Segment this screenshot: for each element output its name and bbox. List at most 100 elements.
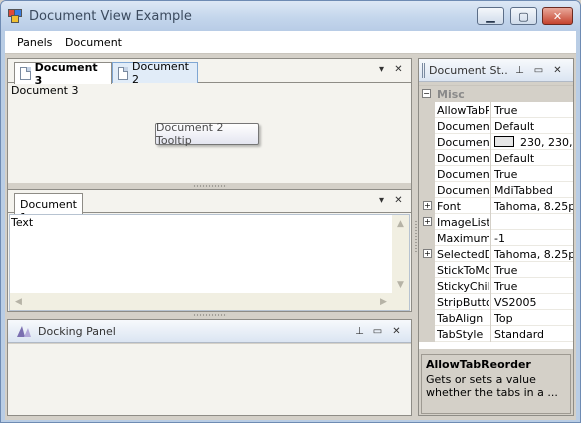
- property-value[interactable]: Default: [494, 152, 573, 165]
- property-name: AllowTabR: [437, 104, 489, 117]
- pin-icon: ⊥: [515, 65, 524, 76]
- docking-panel-titlebar[interactable]: Docking Panel ⊥ ▭ ✕: [8, 320, 411, 343]
- column-divider: [490, 182, 491, 198]
- property-row[interactable]: AllowTabR True: [419, 102, 573, 118]
- column-divider: [490, 326, 491, 342]
- property-row[interactable]: TabStyle Standard: [419, 326, 573, 342]
- horizontal-scrollbar[interactable]: ◀ ▶: [10, 293, 392, 310]
- vertical-scrollbar[interactable]: ▲ ▼: [392, 215, 409, 293]
- property-value[interactable]: -1: [494, 232, 573, 245]
- column-divider: [490, 230, 491, 246]
- client-area: Panels Document Document 3 Document 2 ▾ …: [5, 31, 576, 420]
- tab-list-dropdown-button[interactable]: ▾: [375, 63, 388, 76]
- property-value[interactable]: MdiTabbed: [494, 184, 573, 197]
- row-gutter: +: [419, 214, 435, 230]
- property-value-text: -1: [494, 232, 505, 245]
- property-name: Document: [437, 152, 489, 165]
- textbox-text: Text: [11, 216, 34, 229]
- row-gutter: [419, 102, 435, 118]
- property-value[interactable]: VS2005: [494, 296, 573, 309]
- category-misc[interactable]: − Misc: [419, 86, 573, 102]
- column-divider: [490, 198, 491, 214]
- property-row[interactable]: Document Default: [419, 150, 573, 166]
- row-gutter: [419, 118, 435, 134]
- collapse-icon[interactable]: −: [422, 89, 431, 98]
- property-row[interactable]: + SelectedD Tahoma, 8.25pt: [419, 246, 573, 262]
- property-row[interactable]: + Font Tahoma, 8.25pt: [419, 198, 573, 214]
- column-divider: [490, 150, 491, 166]
- property-row[interactable]: + ImageList: [419, 214, 573, 230]
- document-icon: [20, 67, 31, 80]
- property-row[interactable]: MaximumT -1: [419, 230, 573, 246]
- properties-titlebar[interactable]: Document St... ⊥ ▭ ✕: [419, 59, 573, 82]
- property-value[interactable]: Tahoma, 8.25pt: [494, 248, 573, 261]
- column-divider: [490, 214, 491, 230]
- property-value[interactable]: Top: [494, 312, 573, 325]
- property-row[interactable]: Document True: [419, 166, 573, 182]
- scroll-left-icon[interactable]: ◀: [10, 293, 27, 310]
- property-value[interactable]: Default: [494, 120, 573, 133]
- property-value[interactable]: True: [494, 280, 573, 293]
- document-1-tabstrip: Document 1 ▾ ✕: [8, 189, 411, 224]
- bottom-splitter[interactable]: [7, 312, 412, 318]
- property-value-text: Default: [494, 152, 535, 165]
- scroll-up-icon[interactable]: ▲: [392, 215, 409, 232]
- tab-document-3[interactable]: Document 3: [14, 61, 112, 87]
- property-row[interactable]: Document MdiTabbed: [419, 182, 573, 198]
- property-row[interactable]: Document 230, 230, 2: [419, 134, 573, 150]
- property-row[interactable]: StripButto VS2005: [419, 294, 573, 310]
- window-title: Document View Example: [29, 9, 192, 24]
- pin-button[interactable]: ⊥: [513, 64, 526, 77]
- property-value-text: True: [494, 104, 518, 117]
- property-value[interactable]: Tahoma, 8.25pt: [494, 200, 573, 213]
- property-row[interactable]: Document Default: [419, 118, 573, 134]
- property-row[interactable]: StickToMo True: [419, 262, 573, 278]
- menu-document[interactable]: Document: [65, 36, 122, 49]
- row-gutter: [419, 326, 435, 342]
- close-panel-button[interactable]: ✕: [390, 325, 403, 338]
- menu-panels[interactable]: Panels: [17, 36, 52, 49]
- property-grid[interactable]: − Misc AllowTabR True Document Default Docum…: [419, 85, 573, 349]
- tab-list-dropdown-button[interactable]: ▾: [375, 194, 388, 207]
- close-document-button[interactable]: ✕: [392, 194, 405, 207]
- document-1-textbox[interactable]: Text ▲ ▼ ◀ ▶: [9, 214, 410, 311]
- pin-icon: ⊥: [355, 326, 364, 337]
- property-value[interactable]: 230, 230, 2: [494, 136, 573, 149]
- property-row[interactable]: StickyChil True: [419, 278, 573, 294]
- column-divider: [490, 166, 491, 182]
- tab-document-1[interactable]: Document 1: [14, 193, 83, 224]
- maximize-panel-button[interactable]: ▭: [532, 64, 545, 77]
- properties-panel: Document St... ⊥ ▭ ✕ − Misc AllowTabR Tru…: [418, 58, 574, 416]
- maximize-panel-button[interactable]: ▭: [371, 325, 384, 338]
- app-icon: [8, 9, 23, 24]
- chevron-down-icon: ▾: [378, 195, 385, 206]
- close-panel-button[interactable]: ✕: [551, 64, 564, 77]
- minimize-button[interactable]: ▁: [477, 7, 504, 25]
- row-gutter: [419, 166, 435, 182]
- property-value[interactable]: True: [494, 168, 573, 181]
- expand-icon[interactable]: +: [423, 249, 432, 258]
- property-value[interactable]: True: [494, 104, 573, 117]
- property-row[interactable]: TabAlign Top: [419, 310, 573, 326]
- close-document-button[interactable]: ✕: [392, 63, 405, 76]
- expand-icon[interactable]: +: [423, 201, 432, 210]
- close-button[interactable]: ✕: [542, 7, 573, 25]
- tab-document-2[interactable]: Document 2: [112, 60, 198, 86]
- maximize-button[interactable]: ▢: [510, 7, 537, 25]
- scroll-right-icon[interactable]: ▶: [375, 293, 392, 310]
- property-value[interactable]: Standard: [494, 328, 573, 341]
- title-bar[interactable]: Document View Example ▁ ▢ ✕: [1, 1, 580, 31]
- pin-button[interactable]: ⊥: [353, 325, 366, 338]
- scroll-down-icon[interactable]: ▼: [392, 276, 409, 293]
- document-area: Document 3 Document 2 ▾ ✕ Document 3 Doc…: [7, 58, 412, 312]
- property-value-text: True: [494, 264, 518, 277]
- color-swatch: [494, 136, 514, 147]
- property-value-text: MdiTabbed: [494, 184, 553, 197]
- property-name: TabStyle: [437, 328, 484, 341]
- property-name: SelectedD: [437, 248, 489, 261]
- property-value[interactable]: True: [494, 264, 573, 277]
- expand-icon[interactable]: +: [423, 217, 432, 226]
- maximize-icon: ▭: [372, 326, 383, 337]
- property-name: Document: [437, 120, 489, 133]
- docking-panel: Docking Panel ⊥ ▭ ✕: [7, 319, 412, 416]
